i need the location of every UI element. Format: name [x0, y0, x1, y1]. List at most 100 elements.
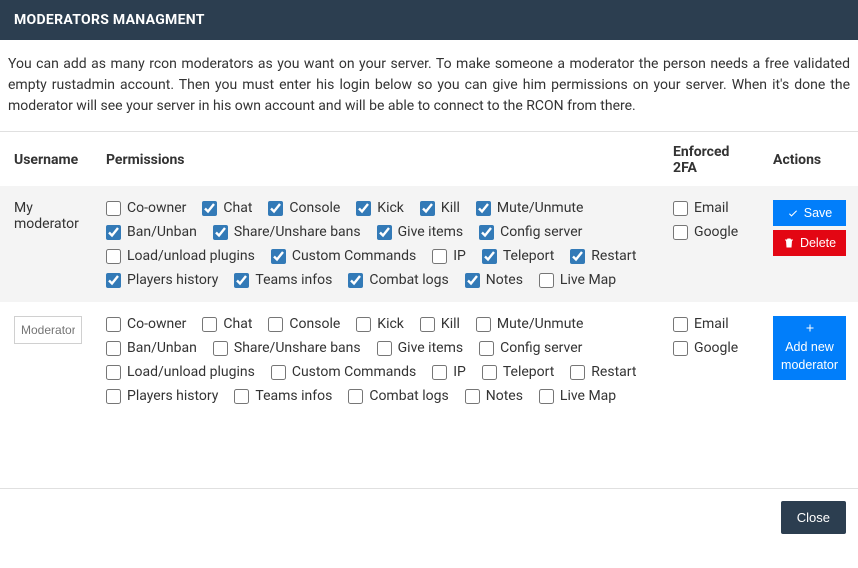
perm-checkbox-co-owner[interactable]: [106, 317, 121, 332]
perm-checkbox-give-items[interactable]: [377, 341, 392, 356]
perm-checkbox-give-items[interactable]: [377, 225, 392, 240]
perm-checkbox-notes[interactable]: [465, 389, 480, 404]
perm-checkbox-teams-infos[interactable]: [234, 273, 249, 288]
perm-checkbox-teleport[interactable]: [482, 249, 497, 264]
perm-players-history[interactable]: Players history: [106, 388, 218, 404]
perm-checkbox-custom-commands[interactable]: [271, 365, 286, 380]
perm-kill[interactable]: Kill: [420, 316, 460, 332]
perm-checkbox-custom-commands[interactable]: [271, 249, 286, 264]
mfa-checkbox-email[interactable]: [673, 201, 688, 216]
perm-checkbox-ban-unban[interactable]: [106, 341, 121, 356]
perm-ban-unban[interactable]: Ban/Unban: [106, 340, 197, 356]
perm-label-console: Console: [289, 200, 340, 216]
perm-config-server[interactable]: Config server: [479, 340, 582, 356]
perm-load-unload-plugins[interactable]: Load/unload plugins: [106, 364, 255, 380]
perm-label-teams-infos: Teams infos: [255, 272, 332, 288]
mfa-google[interactable]: Google: [673, 224, 749, 240]
perm-checkbox-share-unshare-bans[interactable]: [213, 225, 228, 240]
perm-checkbox-ip[interactable]: [432, 249, 447, 264]
perm-checkbox-config-server[interactable]: [479, 341, 494, 356]
perm-label-custom-commands: Custom Commands: [292, 248, 416, 264]
perm-give-items[interactable]: Give items: [377, 224, 463, 240]
perm-give-items[interactable]: Give items: [377, 340, 463, 356]
perm-kill[interactable]: Kill: [420, 200, 460, 216]
perm-checkbox-share-unshare-bans[interactable]: [213, 341, 228, 356]
perm-label-config-server: Config server: [500, 224, 582, 240]
perm-kick[interactable]: Kick: [356, 200, 404, 216]
perm-checkbox-co-owner[interactable]: [106, 201, 121, 216]
perm-checkbox-kill[interactable]: [420, 317, 435, 332]
perm-checkbox-mute-unmute[interactable]: [476, 317, 491, 332]
perm-teams-infos[interactable]: Teams infos: [234, 388, 332, 404]
mfa-email[interactable]: Email: [673, 200, 749, 216]
perm-players-history[interactable]: Players history: [106, 272, 218, 288]
mfa-checkbox-google[interactable]: [673, 225, 688, 240]
mfa-checkbox-email[interactable]: [673, 317, 688, 332]
delete-button[interactable]: Delete: [773, 230, 846, 256]
perm-teleport[interactable]: Teleport: [482, 364, 554, 380]
perm-checkbox-mute-unmute[interactable]: [476, 201, 491, 216]
perm-checkbox-notes[interactable]: [465, 273, 480, 288]
perm-custom-commands[interactable]: Custom Commands: [271, 248, 416, 264]
perm-custom-commands[interactable]: Custom Commands: [271, 364, 416, 380]
perm-label-ip: IP: [453, 248, 466, 264]
perm-checkbox-load-unload-plugins[interactable]: [106, 249, 121, 264]
perm-combat-logs[interactable]: Combat logs: [348, 388, 448, 404]
perm-share-unshare-bans[interactable]: Share/Unshare bans: [213, 340, 361, 356]
perm-notes[interactable]: Notes: [465, 272, 523, 288]
perm-share-unshare-bans[interactable]: Share/Unshare bans: [213, 224, 361, 240]
perm-checkbox-chat[interactable]: [202, 317, 217, 332]
perm-checkbox-config-server[interactable]: [479, 225, 494, 240]
mfa-checkbox-google[interactable]: [673, 341, 688, 356]
perm-checkbox-kick[interactable]: [356, 201, 371, 216]
new-moderator-input[interactable]: [14, 316, 82, 344]
perm-teleport[interactable]: Teleport: [482, 248, 554, 264]
perm-checkbox-kill[interactable]: [420, 201, 435, 216]
perm-ip[interactable]: IP: [432, 248, 466, 264]
perm-co-owner[interactable]: Co-owner: [106, 200, 186, 216]
close-button[interactable]: Close: [781, 501, 846, 534]
perm-live-map[interactable]: Live Map: [539, 272, 616, 288]
perm-label-mute-unmute: Mute/Unmute: [497, 200, 584, 216]
perm-checkbox-console[interactable]: [268, 317, 283, 332]
perm-ip[interactable]: IP: [432, 364, 466, 380]
perm-checkbox-restart[interactable]: [570, 249, 585, 264]
perm-config-server[interactable]: Config server: [479, 224, 582, 240]
perm-checkbox-kick[interactable]: [356, 317, 371, 332]
perm-checkbox-ban-unban[interactable]: [106, 225, 121, 240]
perm-label-config-server: Config server: [500, 340, 582, 356]
perm-chat[interactable]: Chat: [202, 200, 252, 216]
perm-checkbox-teams-infos[interactable]: [234, 389, 249, 404]
perm-restart[interactable]: Restart: [570, 364, 636, 380]
perm-checkbox-players-history[interactable]: [106, 273, 121, 288]
mfa-email[interactable]: Email: [673, 316, 749, 332]
perm-console[interactable]: Console: [268, 200, 340, 216]
perm-checkbox-combat-logs[interactable]: [348, 389, 363, 404]
perm-checkbox-ip[interactable]: [432, 365, 447, 380]
perm-combat-logs[interactable]: Combat logs: [348, 272, 448, 288]
perm-ban-unban[interactable]: Ban/Unban: [106, 224, 197, 240]
perm-checkbox-chat[interactable]: [202, 201, 217, 216]
perm-checkbox-load-unload-plugins[interactable]: [106, 365, 121, 380]
mfa-google[interactable]: Google: [673, 340, 749, 356]
perm-checkbox-restart[interactable]: [570, 365, 585, 380]
perm-live-map[interactable]: Live Map: [539, 388, 616, 404]
perm-mute-unmute[interactable]: Mute/Unmute: [476, 316, 584, 332]
perm-notes[interactable]: Notes: [465, 388, 523, 404]
perm-chat[interactable]: Chat: [202, 316, 252, 332]
perm-checkbox-teleport[interactable]: [482, 365, 497, 380]
perm-load-unload-plugins[interactable]: Load/unload plugins: [106, 248, 255, 264]
perm-console[interactable]: Console: [268, 316, 340, 332]
perm-checkbox-players-history[interactable]: [106, 389, 121, 404]
perm-mute-unmute[interactable]: Mute/Unmute: [476, 200, 584, 216]
perm-checkbox-combat-logs[interactable]: [348, 273, 363, 288]
add-moderator-button[interactable]: Add new moderator: [773, 316, 846, 380]
save-button[interactable]: Save: [773, 200, 846, 226]
perm-kick[interactable]: Kick: [356, 316, 404, 332]
perm-co-owner[interactable]: Co-owner: [106, 316, 186, 332]
perm-checkbox-console[interactable]: [268, 201, 283, 216]
perm-checkbox-live-map[interactable]: [539, 273, 554, 288]
perm-teams-infos[interactable]: Teams infos: [234, 272, 332, 288]
perm-restart[interactable]: Restart: [570, 248, 636, 264]
perm-checkbox-live-map[interactable]: [539, 389, 554, 404]
